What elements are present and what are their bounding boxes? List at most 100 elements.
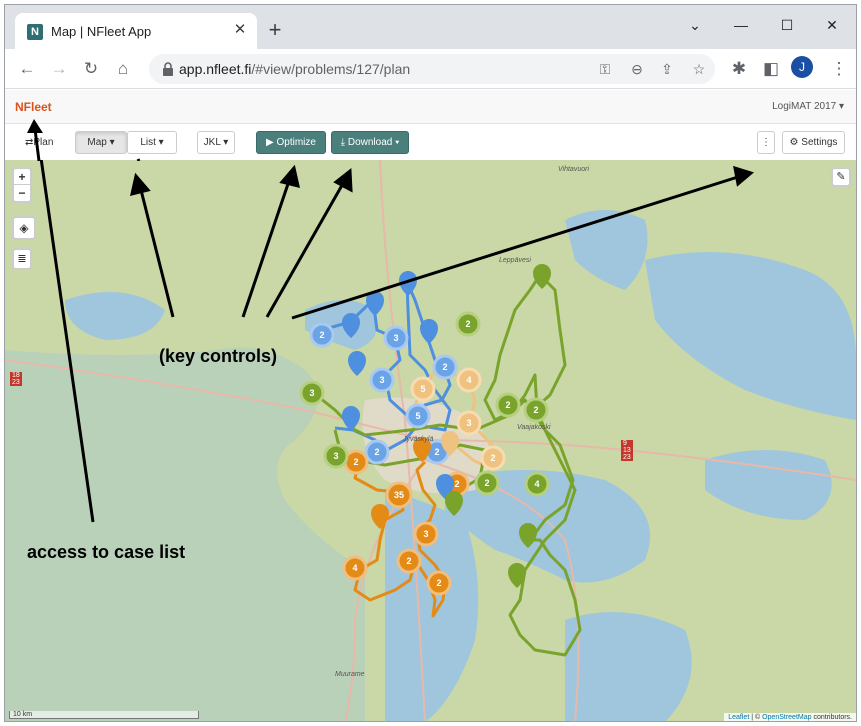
tab-close-icon[interactable]: ✕	[231, 21, 249, 39]
forward-icon[interactable]: →	[47, 57, 71, 81]
svg-text:3: 3	[466, 418, 471, 428]
new-tab-icon[interactable]: +	[263, 19, 287, 43]
orange-cluster-marker: 4	[342, 555, 368, 581]
url-text: app.nfleet.fi/#view/problems/127/plan	[179, 61, 410, 77]
orange-cluster-marker: 2	[426, 570, 452, 596]
annotation-key-controls: (key controls)	[159, 346, 278, 366]
chrome-menu-icon[interactable]: ⋮	[827, 57, 851, 81]
svg-text:2: 2	[353, 457, 358, 467]
green-cluster-marker: 2	[523, 397, 549, 423]
browser-toolbar: ← → ↻ ⌂ app.nfleet.fi/#view/problems/127…	[5, 49, 856, 89]
nfleet-favicon-icon: N	[27, 24, 43, 40]
back-icon[interactable]: ←	[15, 57, 39, 81]
svg-text:2: 2	[465, 319, 470, 329]
blue-cluster-marker: 5	[405, 403, 431, 429]
edit-pencil-icon[interactable]: ✎	[831, 167, 851, 187]
zoom-control: + −	[12, 167, 32, 203]
url-host: app.nfleet.fi	[179, 61, 252, 77]
window-close-icon[interactable]: ✕	[818, 13, 846, 37]
blue-cluster-marker: 2	[432, 354, 458, 380]
lock-icon	[163, 62, 173, 76]
road-number: 18	[12, 372, 20, 379]
place-label-vaajakoski: Vaajakoski	[517, 424, 551, 431]
annotation-case-list: access to case list	[27, 542, 186, 562]
annotation-arrow-top	[27, 119, 141, 161]
settings-button[interactable]: ⚙ Settings	[782, 131, 845, 154]
zoom-out-button[interactable]: −	[14, 185, 30, 201]
road-number: 23	[12, 379, 20, 386]
light-orange-cluster-marker: 5	[410, 376, 436, 402]
legend-icon[interactable]: ≣	[12, 248, 32, 270]
svg-text:3: 3	[423, 529, 428, 539]
tab-title: Map | NFleet App	[51, 24, 152, 39]
green-cluster-marker: 2	[455, 311, 481, 337]
zoom-in-button[interactable]: +	[14, 169, 30, 185]
leaflet-link[interactable]: Leaflet	[728, 714, 749, 721]
share-icon[interactable]: ⇪	[657, 59, 677, 79]
minimize-icon[interactable]: —	[727, 13, 755, 37]
profile-avatar[interactable]: J	[791, 56, 813, 78]
key-icon[interactable]: ⚿	[595, 59, 615, 79]
svg-text:3: 3	[393, 333, 398, 343]
svg-text:3: 3	[333, 451, 338, 461]
blue-pin-icon	[342, 406, 360, 431]
extensions-icon[interactable]: ✱	[727, 57, 751, 81]
blue-cluster-marker: 2	[364, 439, 390, 465]
light-orange-cluster-marker: 3	[456, 410, 482, 436]
svg-text:35: 35	[394, 490, 404, 500]
map-canvas[interactable]: 2 3 3 5 2 2 2 5 4 3 2 2 35 2 3 2 4 2 3 3	[5, 160, 856, 721]
attribution-suffix: contributors.	[813, 714, 852, 721]
browser-window: N Map | NFleet App ✕ + ⌄ — ☐ ✕ ← → ↻ ⌂ a…	[4, 4, 857, 722]
blue-pin-icon	[420, 319, 438, 344]
blue-cluster-marker: 3	[383, 325, 409, 351]
svg-text:2: 2	[490, 453, 495, 463]
map-scale: 10 km	[9, 711, 199, 719]
svg-text:3: 3	[309, 388, 314, 398]
svg-text:2: 2	[434, 447, 439, 457]
place-label-leppavesi: Leppävesi	[499, 257, 531, 264]
svg-text:2: 2	[319, 330, 324, 340]
place-label-jyvaskyla: Jyväskylä	[403, 436, 434, 443]
green-cluster-marker: 2	[474, 470, 500, 496]
green-cluster-marker: 4	[524, 471, 550, 497]
road-number: 13	[623, 447, 631, 454]
svg-text:5: 5	[420, 384, 425, 394]
svg-text:5: 5	[415, 411, 420, 421]
maximize-icon[interactable]: ☐	[773, 13, 801, 37]
svg-text:2: 2	[406, 556, 411, 566]
place-label-vihtavuori: Vihtavuori	[558, 166, 590, 173]
download-button[interactable]: ⤓ Download ▾	[331, 131, 409, 154]
address-bar[interactable]: app.nfleet.fi/#view/problems/127/plan ⚿ …	[149, 54, 715, 84]
home-icon[interactable]: ⌂	[111, 57, 135, 81]
layers-icon[interactable]: ◈	[12, 216, 36, 240]
browser-tab[interactable]: N Map | NFleet App ✕	[15, 13, 257, 49]
optimize-button[interactable]: ▶ Optimize	[256, 131, 326, 154]
more-options-button[interactable]: ⋮	[757, 131, 775, 154]
osm-link[interactable]: OpenStreetMap	[762, 714, 811, 721]
bookmark-star-icon[interactable]: ☆	[689, 59, 709, 79]
tab-search-icon[interactable]: ⌄	[681, 13, 709, 37]
road-shield-9: 9 13 23	[621, 440, 633, 461]
light-orange-cluster-marker: 2	[480, 445, 506, 471]
side-panel-icon[interactable]: ◧	[759, 57, 783, 81]
zoom-icon[interactable]: ⊖	[627, 59, 647, 79]
svg-text:3: 3	[379, 375, 384, 385]
account-menu[interactable]: LogiMAT 2017 ▾	[772, 101, 844, 112]
blue-cluster-marker: 3	[369, 367, 395, 393]
tab-strip: N Map | NFleet App ✕ + ⌄ — ☐ ✕	[5, 5, 856, 49]
place-label-muurame: Muurame	[335, 671, 365, 678]
green-cluster-marker: 3	[323, 443, 349, 469]
svg-text:2: 2	[442, 362, 447, 372]
light-orange-cluster-marker: 4	[456, 367, 482, 393]
green-cluster-marker: 3	[299, 380, 325, 406]
svg-text:2: 2	[454, 479, 459, 489]
reload-icon[interactable]: ↻	[79, 57, 103, 81]
orange-cluster-marker: 3	[413, 521, 439, 547]
svg-text:2: 2	[374, 447, 379, 457]
svg-text:2: 2	[533, 405, 538, 415]
road-number: 23	[623, 454, 631, 461]
svg-text:2: 2	[484, 478, 489, 488]
blue-cluster-marker: 2	[309, 322, 335, 348]
road-number: 9	[623, 440, 627, 447]
orange-cluster-marker: 2	[396, 548, 422, 574]
